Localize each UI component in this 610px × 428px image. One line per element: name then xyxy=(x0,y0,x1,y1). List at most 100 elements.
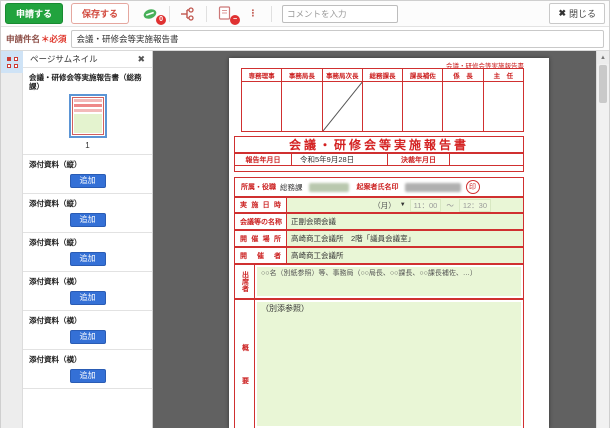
add-attachment-button[interactable]: 追加 xyxy=(70,252,106,266)
add-attachment-button[interactable]: 追加 xyxy=(70,291,106,305)
datetime-row: 実施日時 （月） ▼ 11：00 ～ 12：30 xyxy=(234,197,524,213)
more-menu-icon[interactable]: ⋮ xyxy=(242,4,264,24)
summary-field[interactable]: （別添参照） xyxy=(257,302,521,426)
left-rail xyxy=(1,51,23,428)
approval-col-header: 専務理事 xyxy=(242,69,281,82)
approval-count-badge: 0 xyxy=(156,15,166,25)
comment-input[interactable] xyxy=(282,5,398,23)
date-row: 報告年月日 令和5年9月28日 決裁年月日 xyxy=(234,153,524,166)
attachment-slot: 添付資料（縦） 追加 xyxy=(23,233,152,272)
meeting-name-field[interactable]: 正副会頭会議 xyxy=(287,214,523,229)
thumbnail-sidebar: ページサムネイル ✖ 会議・研修会等実施報告書（総務課） 1 添付資料（縦） 追… xyxy=(23,51,153,428)
panel-header: ページサムネイル ✖ xyxy=(23,51,152,68)
approval-cell xyxy=(484,82,523,131)
approval-cell xyxy=(242,82,281,131)
close-button[interactable]: ✖ 閉じる xyxy=(549,3,605,24)
datetime-label: 実施日時 xyxy=(235,198,287,212)
report-date-label: 報告年月日 xyxy=(235,154,292,165)
close-x-icon: ✖ xyxy=(558,8,566,19)
redacted-name xyxy=(405,183,461,192)
subject-label: 申請件名 xyxy=(6,33,40,45)
app-window: 申請する 保存する 0 xyxy=(0,0,610,428)
add-attachment-button[interactable]: 追加 xyxy=(70,174,106,188)
subject-row: 申請件名 ＊必須 xyxy=(1,27,609,51)
drafter-label: 起案者氏名印 xyxy=(357,182,399,192)
attachment-label: 添付資料（横） xyxy=(23,354,152,365)
add-attachment-button[interactable]: 追加 xyxy=(70,369,106,383)
attendees-row: 出席者 ○○名（別紙参照）等、事務局（○○局長、○○課長、○○課長補佐、…） xyxy=(234,264,524,299)
weekday-select[interactable]: （月） xyxy=(373,200,396,211)
host-row: 開催者 高崎商工会議所 xyxy=(234,247,524,264)
spacer-row xyxy=(234,166,524,172)
attendees-label: 出席者 xyxy=(235,265,255,298)
attachment-slot: 添付資料（縦） 追加 xyxy=(23,155,152,194)
toolbar-separator xyxy=(206,6,207,22)
start-time-field[interactable]: 11：00 xyxy=(410,199,442,212)
meeting-name-row: 会議等の名称 正副会頭会議 xyxy=(234,213,524,230)
document-page: 会議・研修会等実施報告書 専務理事 事務局長 事務局次長 総務課長 課長補佐 係… xyxy=(229,58,549,428)
host-field[interactable]: 高崎商工会議所 xyxy=(287,248,523,263)
approval-cell-skipped xyxy=(323,82,362,131)
thumbnail-panel-toggle[interactable] xyxy=(1,51,23,73)
approval-cell xyxy=(403,82,442,131)
close-label: 閉じる xyxy=(569,7,596,20)
vertical-scrollbar[interactable]: ▲ xyxy=(596,51,609,428)
content-area: ページサムネイル ✖ 会議・研修会等実施報告書（総務課） 1 添付資料（縦） 追… xyxy=(1,51,609,428)
place-row: 開催場所 高崎商工会議所 2階「議員会議室」 xyxy=(234,230,524,247)
remove-badge: − xyxy=(230,15,240,25)
form-title: 会議・研修会等実施報告書 xyxy=(234,136,524,153)
affiliation-row: 所属・役職 総務課 起案者氏名印 印 xyxy=(234,177,524,197)
page-thumbnail[interactable] xyxy=(69,94,107,138)
report-date-value: 令和5年9月28日 xyxy=(292,154,388,165)
approval-cell xyxy=(443,82,482,131)
meeting-name-label: 会議等の名称 xyxy=(235,214,287,229)
approval-cell xyxy=(282,82,321,131)
decision-date-label: 決裁年月日 xyxy=(388,154,450,165)
add-attachment-button[interactable]: 追加 xyxy=(70,330,106,344)
place-field[interactable]: 高崎商工会議所 2階「議員会議室」 xyxy=(287,231,523,246)
end-time-field[interactable]: 12：30 xyxy=(459,199,491,212)
approval-cell xyxy=(363,82,402,131)
time-range-tilde: ～ xyxy=(446,200,454,211)
host-label: 開催者 xyxy=(235,248,287,263)
attachment-label: 添付資料（横） xyxy=(23,315,152,326)
attachment-slot: 添付資料（横） 追加 xyxy=(23,350,152,389)
workflow-route-icon[interactable] xyxy=(177,4,199,24)
attachment-label: 添付資料（縦） xyxy=(23,237,152,248)
scroll-up-arrow[interactable]: ▲ xyxy=(597,51,609,64)
approval-col-header: 主 任 xyxy=(484,69,523,82)
sidebar-document-title: 会議・研修会等実施報告書（総務課） xyxy=(23,68,152,94)
attachment-slot: 添付資料（横） 追加 xyxy=(23,311,152,350)
datetime-field[interactable]: （月） ▼ 11：00 ～ 12：30 xyxy=(287,198,523,212)
approval-col-header: 係 長 xyxy=(443,69,482,82)
submit-button[interactable]: 申請する xyxy=(5,3,63,24)
summary-row: 概要 （別添参照） xyxy=(234,299,524,428)
attachment-label: 添付資料（縦） xyxy=(23,198,152,209)
remove-document-icon[interactable]: − xyxy=(214,4,236,24)
attachment-slot: 添付資料（縦） 追加 xyxy=(23,194,152,233)
redacted-text xyxy=(309,183,349,192)
subject-input[interactable] xyxy=(71,30,604,48)
approval-stamp-table: 専務理事 事務局長 事務局次長 総務課長 課長補佐 係 長 主 任 xyxy=(241,68,524,132)
thumbnail-preview xyxy=(72,97,104,135)
required-badge: ＊必須 xyxy=(41,33,67,45)
scrollbar-thumb[interactable] xyxy=(599,65,607,103)
branch-icon xyxy=(180,7,196,21)
document-viewer: 会議・研修会等実施報告書 専務理事 事務局長 事務局次長 総務課長 課長補佐 係… xyxy=(153,51,609,428)
panel-title: ページサムネイル xyxy=(30,53,98,65)
panel-close-icon[interactable]: ✖ xyxy=(137,55,145,64)
thumbnail-grid-icon xyxy=(7,57,18,68)
toolbar-separator xyxy=(169,6,170,22)
attendees-field[interactable]: ○○名（別紙参照）等、事務局（○○局長、○○課長、○○課長補佐、…） xyxy=(257,267,521,296)
approval-col-header: 事務局次長 xyxy=(323,69,362,82)
toolbar: 申請する 保存する 0 xyxy=(1,1,609,27)
page-number: 1 xyxy=(23,141,152,150)
add-attachment-button[interactable]: 追加 xyxy=(70,213,106,227)
save-button[interactable]: 保存する xyxy=(71,3,129,24)
approval-col-header: 総務課長 xyxy=(363,69,402,82)
page-thumbnail-wrap: 1 xyxy=(23,94,152,150)
attachment-label: 添付資料（縦） xyxy=(23,159,152,170)
approval-status-icon[interactable]: 0 xyxy=(140,4,162,24)
approval-col-header: 事務局長 xyxy=(282,69,321,82)
toolbar-separator xyxy=(271,6,272,22)
